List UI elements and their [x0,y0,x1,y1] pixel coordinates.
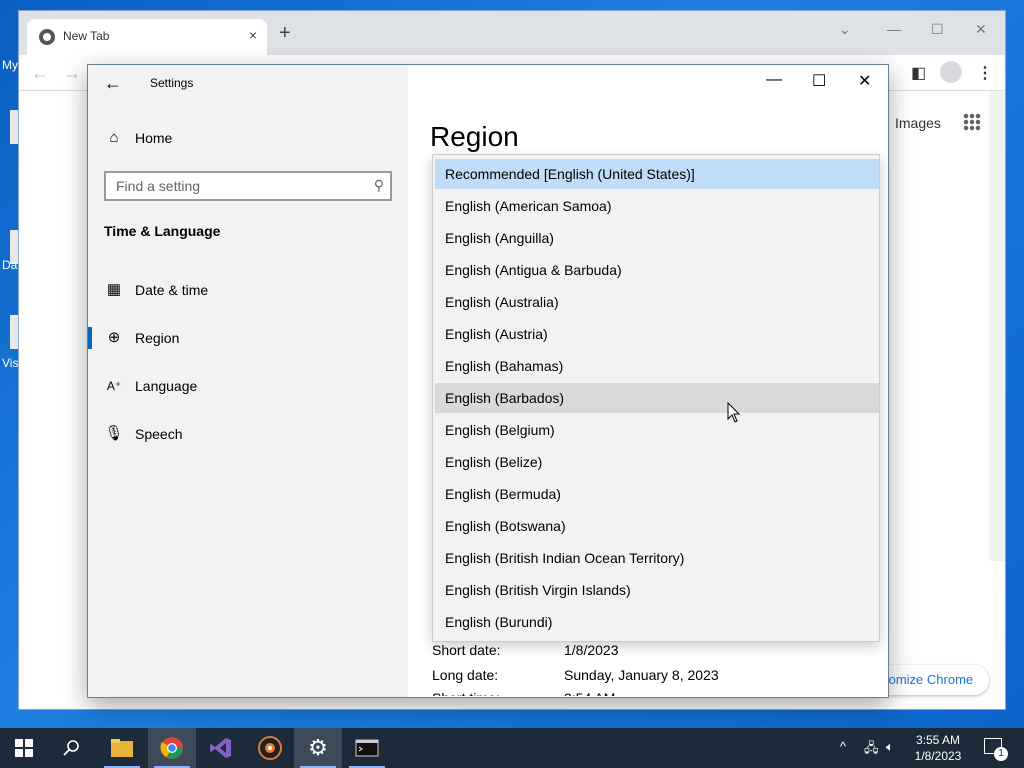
region-option[interactable]: English (British Virgin Islands) [435,575,879,605]
region-option[interactable]: English (Antigua & Barbuda) [435,255,879,285]
minimize-icon[interactable]: — [766,71,782,89]
region-option[interactable]: English (American Samoa) [435,191,879,221]
menu-icon[interactable]: ⋮ [977,63,993,83]
globe-icon: ⊕ [107,329,121,346]
file-explorer-button[interactable] [98,728,146,768]
language-icon: A⁺ [106,379,122,393]
region-option[interactable]: English (Belgium) [435,415,879,445]
region-option[interactable]: English (Bahamas) [435,351,879,381]
settings-nav-pane: ← Settings ⌂ Home Find a setting ⚲ Time … [88,65,408,697]
media-app-button[interactable] [246,728,294,768]
region-option[interactable]: English (Belize) [435,447,879,477]
terminal-icon [355,739,379,757]
desktop-icon-label: My [2,58,18,72]
taskbar: ⚙ ^ 🖧︎ 🔈︎ 3:55 AM 1/8/2023 1 [0,728,1024,768]
search-button[interactable] [48,728,96,768]
tab-strip: New Tab × + ⌄ — ☐ ✕ [19,11,1005,55]
region-option[interactable]: English (Austria) [435,319,879,349]
tab-new-tab[interactable]: New Tab × [27,19,267,55]
home-label: Home [135,130,173,146]
profile-avatar-icon[interactable] [940,61,962,83]
page-scrollbar[interactable] [989,91,1005,561]
volume-icon[interactable]: 🔈︎ [886,739,894,755]
region-option[interactable]: English (Bermuda) [435,479,879,509]
format-value: 1/8/2023 [564,642,619,658]
home-icon: ⌂ [109,129,119,146]
desktop-icon-label: Da [2,258,18,272]
format-value: 3:54 AM [564,690,615,696]
windows-logo-icon [15,739,33,757]
nav-item-label: Region [135,330,180,346]
chrome-favicon-icon [39,29,55,45]
close-icon[interactable]: ✕ [975,21,987,38]
tab-title: New Tab [63,29,110,43]
search-icon: ⚲ [373,177,384,193]
clock-date: 1/8/2023 [914,749,962,763]
taskbar-clock[interactable]: 3:55 AM 1/8/2023 [910,732,966,764]
find-setting-input[interactable]: Find a setting ⚲ [104,171,392,201]
customize-chrome-label: tomize Chrome [885,672,974,687]
desktop-icon[interactable] [10,315,18,349]
side-panel-icon[interactable]: ◧ [911,63,926,83]
format-label: Short time: [432,690,500,696]
start-button[interactable] [0,728,48,768]
nav-item-date-time[interactable]: ▦ Date & time [104,281,208,299]
region-option[interactable]: English (Botswana) [435,511,879,541]
format-value: Sunday, January 8, 2023 [564,667,719,683]
section-title: Time & Language [104,223,221,239]
region-option[interactable]: Recommended [English (United States)] [435,159,879,189]
notification-count-badge: 1 [994,747,1008,761]
region-dropdown-list[interactable]: Recommended [English (United States)] Eng… [432,154,880,642]
selected-indicator [88,327,92,349]
visual-studio-button[interactable] [197,728,245,768]
nav-item-label: Date & time [135,282,209,298]
region-option[interactable]: English (Burundi) [435,607,879,637]
chevron-up-icon[interactable]: ^ [840,739,846,754]
nav-item-region[interactable]: ⊕ Region [104,329,180,347]
region-option[interactable]: English (British Indian Ocean Territory) [435,543,879,573]
chrome-button[interactable] [148,728,196,768]
images-link[interactable]: Images [895,115,941,131]
nav-item-speech[interactable]: 🎙︎ Speech [104,425,182,443]
visual-studio-icon [210,738,231,758]
calendar-clock-icon: ▦ [106,281,122,298]
nav-item-label: Speech [135,426,183,442]
nav-item-language[interactable]: A⁺ Language [104,377,197,395]
microphone-icon: 🎙︎ [104,425,124,442]
nav-item-label: Language [135,378,198,394]
chrome-icon [160,737,183,759]
maximize-icon[interactable]: ☐ [931,21,944,38]
close-icon[interactable]: ✕ [858,71,871,91]
format-label: Short date: [432,642,501,658]
back-icon[interactable]: ← [31,63,49,84]
gear-icon: ⚙ [308,735,328,760]
region-option[interactable]: English (Barbados) [435,383,879,413]
settings-button[interactable]: ⚙ [294,728,342,768]
terminal-button[interactable] [343,728,391,768]
desktop-icon[interactable] [10,110,18,144]
region-option[interactable]: English (Anguilla) [435,223,879,253]
region-option[interactable]: English (Australia) [435,287,879,317]
settings-title: Settings [150,76,194,90]
new-tab-button[interactable]: + [279,23,291,43]
desktop-icon-label: Vis [2,356,19,370]
home-nav-item[interactable]: ⌂ Home [104,129,172,147]
folder-icon [111,739,133,757]
search-icon [63,740,79,756]
search-placeholder: Find a setting [116,178,201,194]
tab-close-icon[interactable]: × [249,27,257,43]
page-title: Region [430,121,519,152]
disc-icon [258,736,282,760]
forward-icon[interactable]: → [63,63,81,84]
network-icon[interactable]: 🖧︎ [864,739,879,761]
tab-search-icon[interactable]: ⌄ [839,21,851,38]
clock-time: 3:55 AM [915,733,961,747]
minimize-icon[interactable]: — [887,21,901,37]
mouse-cursor-icon [727,402,741,423]
back-arrow-icon[interactable]: ← [104,73,122,94]
format-label: Long date: [432,667,499,683]
maximize-icon[interactable]: ☐ [812,71,826,91]
google-apps-icon[interactable] [963,113,981,131]
